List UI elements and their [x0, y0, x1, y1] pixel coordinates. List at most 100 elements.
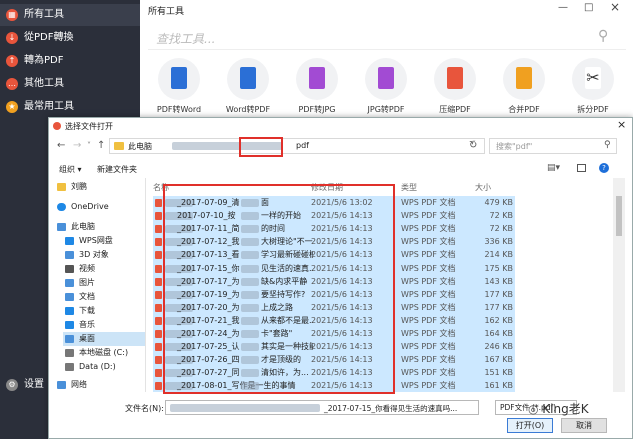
merge-pdf-icon	[503, 58, 545, 100]
file-size: 162 KB	[484, 315, 513, 325]
nav-item-user[interactable]: 刘鹏	[55, 180, 145, 194]
folder-icon	[57, 183, 66, 191]
address-bar[interactable]: 此电脑 pdf ˅	[109, 138, 485, 154]
highlight-box-files	[163, 184, 395, 394]
pdf-file-icon	[155, 316, 162, 325]
network-icon	[57, 381, 66, 389]
scrollbar-thumb[interactable]	[616, 196, 622, 236]
nav-item-drive-c[interactable]: 本地磁盘 (C:)	[63, 346, 145, 360]
file-type: WPS PDF 文档	[401, 381, 456, 391]
search-input[interactable]: 搜索"pdf"	[496, 141, 532, 152]
refresh-icon[interactable]: ↻	[469, 140, 477, 151]
sidebar-item-other-tools[interactable]: … 其他工具	[0, 73, 140, 95]
view-options-icon[interactable]: ▤▾	[547, 163, 560, 173]
nav-item-onedrive[interactable]: OneDrive	[55, 200, 145, 214]
file-type: WPS PDF 文档	[401, 302, 456, 312]
redacted-filenames	[170, 404, 320, 412]
pdf-file-icon	[155, 369, 162, 378]
music-icon	[65, 321, 74, 329]
nav-item-3d-objects[interactable]: 3D 对象	[63, 248, 145, 262]
sidebar-item-to-pdf[interactable]: ↑ 轉為PDF	[0, 50, 140, 72]
scrollbar[interactable]	[613, 178, 625, 392]
nav-item-desktop[interactable]: 桌面	[63, 332, 145, 346]
search-bar[interactable]: 查找工具... ⚲	[148, 26, 626, 50]
sidebar-item-favorites[interactable]: ★ 最常用工具	[0, 96, 140, 118]
maximize-button[interactable]: □	[584, 2, 593, 13]
breadcrumb-root[interactable]: 此电脑	[128, 141, 152, 152]
nav-item-videos[interactable]: 视频	[63, 262, 145, 276]
tool-compress-pdf[interactable]: 压缩PDF	[426, 58, 484, 115]
minimize-button[interactable]: —	[558, 2, 568, 13]
forward-arrow-icon[interactable]: →	[73, 140, 81, 151]
close-button[interactable]: ×	[610, 0, 620, 14]
file-type: WPS PDF 文档	[401, 211, 456, 221]
organize-button[interactable]: 组织 ▾	[59, 164, 82, 175]
tool-merge-pdf[interactable]: 合并PDF	[495, 58, 553, 115]
wechat-icon: ◎	[528, 402, 543, 416]
pdf-file-icon	[155, 225, 162, 234]
breadcrumb-current[interactable]: pdf	[296, 141, 309, 150]
tool-jpg-to-pdf[interactable]: JPG转PDF	[357, 58, 415, 115]
pdf-file-icon	[155, 212, 162, 221]
nav-item-drive-d[interactable]: Data (D:)	[63, 360, 145, 374]
file-size: 72 KB	[489, 224, 513, 234]
filename-field[interactable]: _2017-07-15_你看得见生活的速真吗...	[165, 400, 479, 415]
star-icon: ★	[6, 101, 18, 113]
compress-pdf-icon	[434, 58, 476, 100]
filename-input[interactable]: _2017-07-15_你看得见生活的速真吗...	[324, 403, 457, 414]
page-title: 所有工具	[148, 7, 185, 17]
download-icon: ↓	[6, 32, 18, 44]
more-icon: …	[6, 78, 18, 90]
nav-item-documents[interactable]: 文档	[63, 290, 145, 304]
preview-pane-icon[interactable]	[577, 164, 586, 172]
file-size: 214 KB	[484, 250, 513, 260]
scissors-icon: ✂	[572, 58, 614, 100]
file-size: 336 KB	[484, 237, 513, 247]
pdf-file-icon	[155, 330, 162, 338]
file-type: WPS PDF 文档	[401, 355, 456, 365]
search-field[interactable]: 搜索"pdf" ⚲	[489, 138, 617, 154]
sidebar-item-from-pdf[interactable]: ↓ 從PDF轉換	[0, 27, 140, 49]
pdf-file-icon	[155, 290, 162, 299]
jpg-to-pdf-icon	[365, 58, 407, 100]
highlight-box-path	[239, 137, 283, 157]
dialog-close-button[interactable]: ×	[617, 118, 626, 131]
up-arrow-icon[interactable]: ↑	[97, 140, 105, 151]
file-size: 479 KB	[484, 198, 513, 207]
download-icon	[65, 307, 74, 315]
nav-item-music[interactable]: 音乐	[63, 318, 145, 332]
search-input[interactable]: 查找工具...	[156, 30, 215, 47]
tool-pdf-to-jpg[interactable]: PDF转JPG	[288, 58, 346, 115]
tool-split-pdf[interactable]: ✂ 拆分PDF	[564, 58, 622, 115]
back-arrow-icon[interactable]: ←	[57, 140, 65, 151]
cube-icon	[65, 251, 74, 259]
column-header-size[interactable]: 大小	[475, 182, 491, 193]
grid-icon: ▦	[6, 9, 18, 21]
sidebar-item-all-tools[interactable]: ▦ 所有工具	[0, 4, 140, 26]
tool-word-to-pdf[interactable]: Word转PDF	[219, 58, 277, 115]
nav-item-wps-cloud[interactable]: WPS网盘	[63, 234, 145, 248]
nav-item-network[interactable]: 网络	[55, 378, 145, 392]
search-icon[interactable]: ⚲	[598, 28, 608, 44]
new-folder-button[interactable]: 新建文件夹	[97, 164, 137, 175]
file-type: WPS PDF 文档	[401, 342, 456, 352]
nav-item-downloads[interactable]: 下载	[63, 304, 145, 318]
file-type: WPS PDF 文档	[401, 263, 456, 273]
file-size: 161 KB	[484, 381, 513, 391]
pdf-file-icon	[155, 251, 162, 260]
open-button[interactable]: 打开(O)	[507, 418, 553, 433]
file-size: 246 KB	[484, 342, 513, 352]
nav-item-pictures[interactable]: 图片	[63, 276, 145, 290]
nav-item-this-pc[interactable]: 此电脑	[55, 220, 145, 234]
search-icon[interactable]: ⚲	[604, 140, 611, 150]
file-type: WPS PDF 文档	[401, 224, 456, 234]
column-header-type[interactable]: 类型	[401, 182, 417, 193]
app-logo-icon	[53, 122, 61, 130]
tool-pdf-to-word[interactable]: PDF转Word	[150, 58, 208, 115]
file-type: WPS PDF 文档	[401, 237, 456, 247]
cancel-button[interactable]: 取消	[561, 418, 607, 433]
cloud-drive-icon	[65, 237, 74, 245]
help-icon[interactable]: ?	[599, 163, 609, 173]
recent-chevron-icon[interactable]: ˅	[87, 141, 91, 150]
gear-icon: ⚙	[6, 379, 18, 391]
